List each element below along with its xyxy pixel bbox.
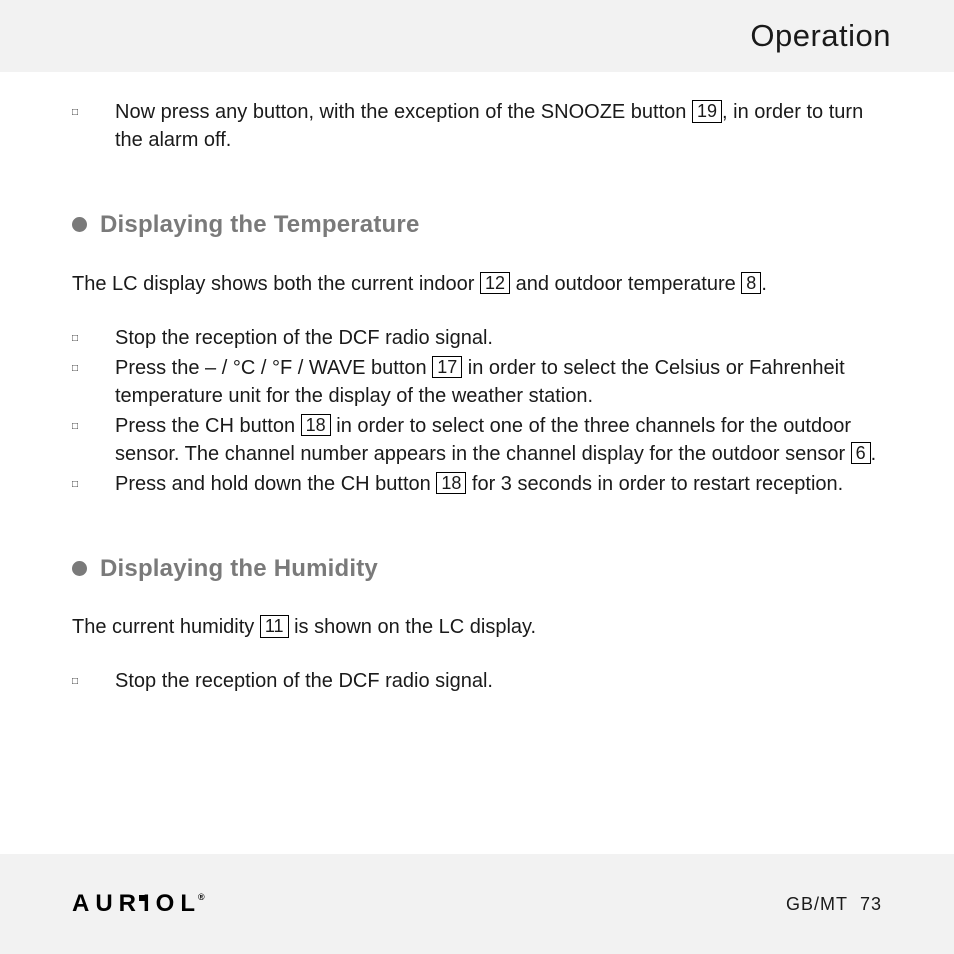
ref-number: 17 [432,356,462,379]
ref-number: 18 [436,472,466,495]
list-item: □ Stop the reception of the DCF radio si… [72,667,882,695]
list-item: □ Press the – / °C / °F / WAVE button 17… [72,354,882,410]
ref-number: 11 [260,615,289,638]
page-content: □ Now press any button, with the excepti… [0,72,954,695]
list-item-text: Stop the reception of the DCF radio sign… [115,324,882,352]
list-item-text: Press and hold down the CH button 18 for… [115,470,882,498]
list-marker-icon: □ [72,412,115,468]
list-item: □ Press the CH button 18 in order to sel… [72,412,882,468]
text-fragment: Press and hold down the CH button [115,473,436,495]
text-fragment: is shown on the LC display. [289,616,537,638]
bullet-icon [72,217,87,232]
bullet-icon [72,561,87,576]
text-fragment: and outdoor temperature [510,273,741,295]
list-item-text: Press the CH button 18 in order to selec… [115,412,882,468]
page-header: Operation [0,0,954,72]
text-fragment: Press the – / °C / °F / WAVE button [115,357,432,379]
ref-number: 18 [301,414,331,437]
list-marker-icon: □ [72,324,115,352]
section-heading-humidity: Displaying the Humidity [72,552,882,586]
list-marker-icon: □ [72,354,115,410]
list-item-text: Stop the reception of the DCF radio sign… [115,667,882,695]
text-fragment: . [871,443,877,465]
brand-logo: AURIOL® [72,890,208,918]
section-heading-temperature: Displaying the Temperature [72,208,882,242]
ref-number: 12 [480,272,510,295]
list-item-text: Press the – / °C / °F / WAVE button 17 i… [115,354,882,410]
list-item: □ Stop the reception of the DCF radio si… [72,324,882,352]
ref-number: 8 [741,272,761,295]
page-header-title: Operation [750,18,891,54]
paragraph: The current humidity 11 is shown on the … [72,613,882,641]
paragraph: The LC display shows both the current in… [72,270,882,298]
page-footer: AURIOL® GB/MT 73 [0,854,954,954]
text-fragment: for 3 seconds in order to restart recept… [466,473,843,495]
region-code: GB/MT [786,894,848,914]
list-marker-icon: □ [72,470,115,498]
list-item: □ Press and hold down the CH button 18 f… [72,470,882,498]
heading-text: Displaying the Temperature [100,208,420,242]
text-fragment: Press the CH button [115,415,301,437]
humidity-list: □ Stop the reception of the DCF radio si… [72,667,882,695]
text-fragment: The current humidity [72,616,260,638]
text-fragment: . [761,273,767,295]
list-marker-icon: □ [72,667,115,695]
heading-text: Displaying the Humidity [100,552,378,586]
list-marker-icon: □ [72,98,115,154]
text-fragment: The LC display shows both the current in… [72,273,480,295]
temperature-list: □ Stop the reception of the DCF radio si… [72,324,882,498]
list-item: □ Now press any button, with the excepti… [72,98,882,154]
page-meta: GB/MT 73 [786,894,882,915]
intro-list: □ Now press any button, with the excepti… [72,98,882,154]
ref-number: 19 [692,100,722,123]
ref-number: 6 [851,442,871,465]
text-fragment: Now press any button, with the exception… [115,101,692,123]
list-item-text: Now press any button, with the exception… [115,98,882,154]
page-number: 73 [860,894,882,914]
